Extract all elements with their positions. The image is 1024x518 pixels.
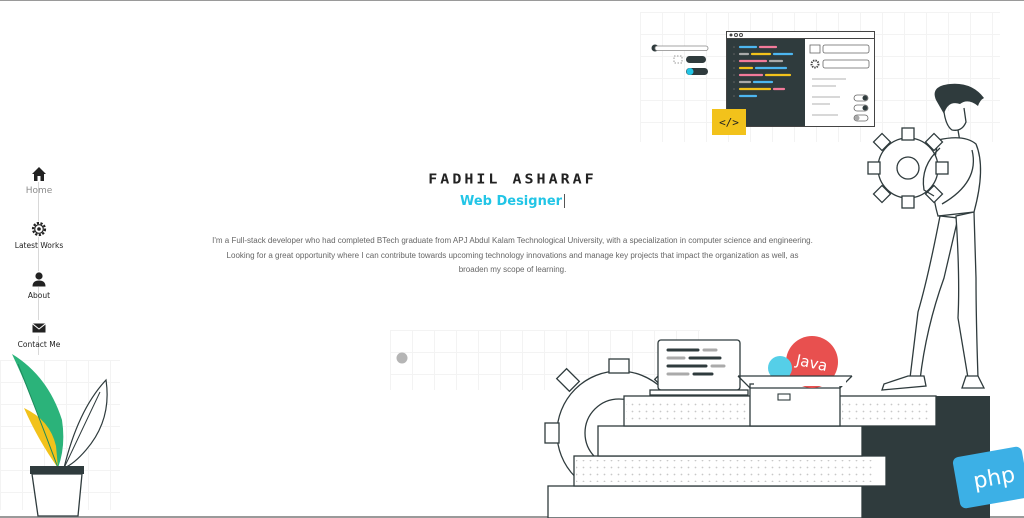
- bio-line: broaden my scope of learning.: [458, 265, 567, 274]
- nav-label-contact: Contact Me: [17, 340, 61, 349]
- gear-icon: [31, 221, 47, 237]
- code-tag-badge: </>: [712, 109, 746, 135]
- nav-label-home: Home: [25, 186, 53, 196]
- nav-label-about: About: [27, 291, 51, 300]
- decorative-dot: [396, 352, 408, 364]
- nav-label-latest-works: Latest Works: [14, 241, 64, 250]
- bio-line: I'm a Full-stack developer who had compl…: [212, 236, 813, 245]
- stairs-illustration: Java php: [544, 336, 1024, 518]
- nav-item-latest-works[interactable]: Latest Works: [0, 221, 78, 250]
- envelope-icon: [31, 320, 47, 336]
- nav-item-home[interactable]: Home: [0, 166, 78, 196]
- user-icon: [31, 271, 47, 287]
- nav-item-about[interactable]: About: [0, 271, 78, 300]
- code-window-illustration: [726, 31, 875, 127]
- profile-role: Web Designer: [459, 194, 563, 209]
- bio-line: Looking for a great opportunity where I …: [226, 250, 799, 260]
- code-tag-text: </>: [719, 116, 739, 129]
- nav-item-contact[interactable]: Contact Me: [0, 320, 78, 349]
- profile-name: FADHIL ASHARAF: [428, 170, 597, 188]
- intro-section: FADHIL ASHARAF Web Designer I'm a Full-s…: [200, 170, 825, 278]
- potted-plant-illustration: [12, 354, 108, 517]
- ui-controls-illustration: [651, 44, 709, 75]
- home-icon: [31, 166, 47, 182]
- typing-caret: [564, 193, 566, 208]
- profile-bio: I'm a Full-stack developer who had compl…: [200, 234, 825, 278]
